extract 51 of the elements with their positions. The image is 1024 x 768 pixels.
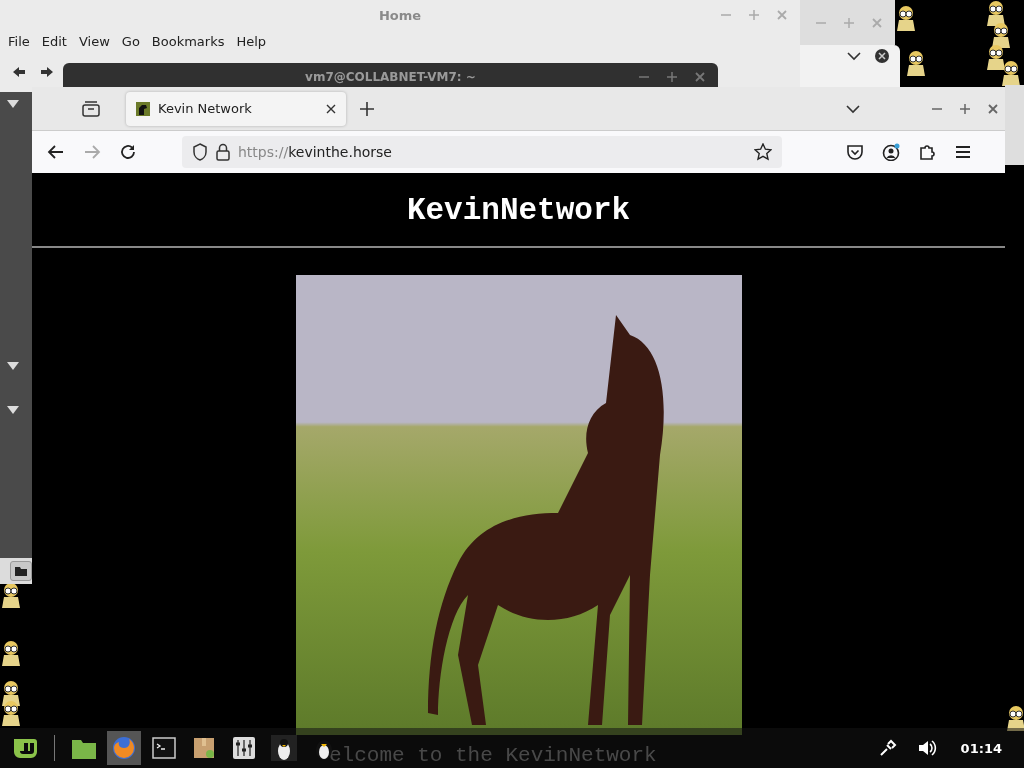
star-icon[interactable] xyxy=(754,143,772,161)
expander-triangle-icon[interactable] xyxy=(7,406,19,414)
new-tab-icon[interactable] xyxy=(360,101,374,116)
cartoon-sprite-icon xyxy=(895,5,917,31)
expander-triangle-icon[interactable] xyxy=(7,100,19,108)
penguin-paint-icon xyxy=(271,735,297,761)
menu-item[interactable]: Bookmarks xyxy=(145,33,231,49)
terminal-icon xyxy=(151,735,177,761)
folder-button[interactable] xyxy=(10,561,32,581)
cartoon-sprite-icon xyxy=(0,582,22,608)
network-plug-icon[interactable] xyxy=(878,739,897,757)
clock: 01:14 xyxy=(960,740,1002,756)
tab-list-icon[interactable] xyxy=(82,100,100,117)
volume-icon[interactable] xyxy=(916,739,937,757)
back-arrow-icon[interactable] xyxy=(12,66,26,78)
lock-icon xyxy=(216,143,230,161)
cartoon-sprite-icon xyxy=(1005,705,1024,731)
menu-item[interactable]: Edit xyxy=(35,33,73,49)
puzzle-piece-icon[interactable] xyxy=(918,143,936,161)
window-title: vm7@COLLABNET-VM7: ~ xyxy=(305,70,476,84)
cartoon-sprite-icon xyxy=(0,700,22,726)
cartoon-sprite-icon xyxy=(990,22,1012,48)
menu-icon[interactable] xyxy=(954,143,972,161)
back-arrow-icon[interactable] xyxy=(47,143,65,161)
horse-favicon-icon xyxy=(136,101,150,116)
package-icon xyxy=(191,735,217,761)
window-title: Home xyxy=(378,7,422,23)
forward-arrow-icon[interactable] xyxy=(40,66,54,78)
shield-icon xyxy=(192,143,208,161)
close-icon[interactable] xyxy=(326,103,336,114)
menu-item[interactable]: Help xyxy=(230,33,273,49)
menu-item[interactable]: Go xyxy=(115,33,146,49)
browser-tab[interactable]: Kevin Network xyxy=(126,91,346,126)
expander-triangle-icon[interactable] xyxy=(7,362,19,370)
account-icon[interactable] xyxy=(882,143,900,161)
page-heading: KevinNetwork xyxy=(406,193,631,228)
cartoon-sprite-icon xyxy=(985,44,1007,70)
cartoon-sprite-icon xyxy=(905,50,927,76)
cartoon-sprite-icon xyxy=(1000,60,1022,86)
mixer-icon xyxy=(231,735,257,761)
menu-item[interactable]: View xyxy=(72,33,116,49)
close-icon[interactable] xyxy=(874,47,890,64)
menu-item[interactable]: File xyxy=(2,33,36,49)
cartoon-sprite-icon xyxy=(985,0,1007,26)
folder-icon xyxy=(15,566,27,576)
address-bar[interactable]: https://kevinthe.horse xyxy=(182,136,782,168)
pocket-icon[interactable] xyxy=(846,143,864,161)
welcome-text: elcome to the KevinNetwork xyxy=(329,745,657,767)
url-text: https://kevinthe.horse xyxy=(238,144,393,160)
reload-icon[interactable] xyxy=(119,143,137,161)
cartoon-sprite-icon xyxy=(0,640,22,666)
